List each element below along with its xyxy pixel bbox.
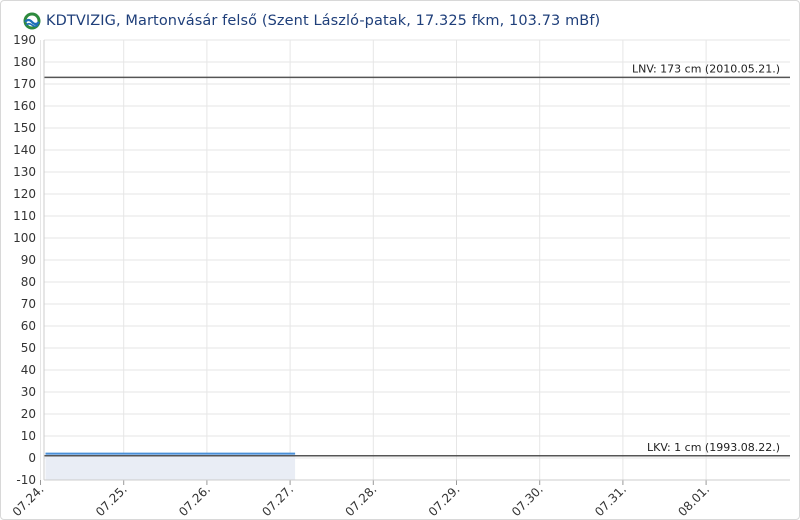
y-tick-label: 30 <box>21 385 36 399</box>
y-tick-label: 170 <box>13 77 36 91</box>
y-tick-label: 120 <box>13 187 36 201</box>
y-tick-label: 70 <box>21 297 36 311</box>
x-tick-label: 07.27. <box>259 482 296 519</box>
reference-lines: LNV: 173 cm (2010.05.21.) LKV: 1 cm (1993… <box>44 62 790 457</box>
y-tick-label: 50 <box>21 341 36 355</box>
x-tick-label: 07.24. <box>10 482 47 519</box>
x-tick-label: 08.01. <box>675 482 712 519</box>
water-level-chart: LNV: 173 cm (2010.05.21.) LKV: 1 cm (1993… <box>10 33 790 519</box>
y-tick-label: 150 <box>13 121 36 135</box>
y-tick-label: 0 <box>28 451 36 465</box>
y-tick-label: 180 <box>13 55 36 69</box>
y-tick-label: 160 <box>13 99 36 113</box>
y-tick-label: 110 <box>13 209 36 223</box>
x-tick-label: 07.25. <box>93 482 130 519</box>
y-tick-label: 10 <box>21 429 36 443</box>
x-tick-label: 07.26. <box>176 482 213 519</box>
y-tick-label: 20 <box>21 407 36 421</box>
y-tick-label: 140 <box>13 143 36 157</box>
y-tick-label: 130 <box>13 165 36 179</box>
y-tick-label: 80 <box>21 275 36 289</box>
y-tick-label: 60 <box>21 319 36 333</box>
observed-range-fill <box>45 453 296 480</box>
reference-line-label: LKV: 1 cm (1993.08.22.) <box>647 441 780 454</box>
y-tick-label: 100 <box>13 231 36 245</box>
y-tick-label: 90 <box>21 253 36 267</box>
x-tick-label: 07.31. <box>592 482 629 519</box>
x-tick-label: 07.29. <box>426 482 463 519</box>
observed-range-band <box>45 453 296 480</box>
grid-layer <box>40 39 790 481</box>
y-tick-label: 190 <box>13 33 36 47</box>
x-tick-label: 07.30. <box>509 482 546 519</box>
x-tick-label: 07.28. <box>343 482 380 519</box>
y-tick-label: 40 <box>21 363 36 377</box>
reference-line-label: LNV: 173 cm (2010.05.21.) <box>632 62 780 75</box>
